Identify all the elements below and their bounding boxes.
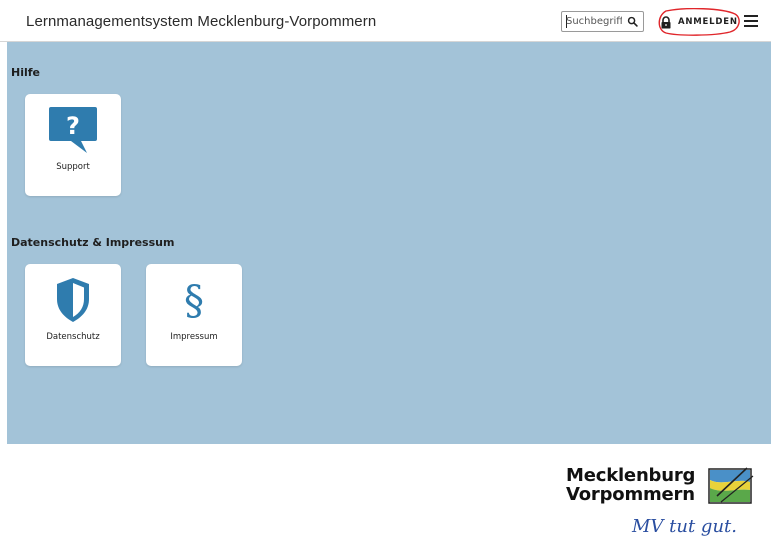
search-input[interactable]: [566, 14, 622, 29]
logo-text-line1: Mecklenburg: [566, 465, 696, 486]
tile-datenschutz[interactable]: Datenschutz: [25, 264, 121, 366]
menu-icon[interactable]: [744, 15, 758, 27]
login-button[interactable]: ANMELDEN: [655, 11, 739, 33]
logo-text-line2: Vorpommern: [566, 484, 695, 505]
login-label: ANMELDEN: [678, 17, 738, 27]
tile-support[interactable]: ? Support: [25, 94, 121, 196]
logo-slogan: MV tut gut.: [632, 516, 738, 537]
mv-logo: Mecklenburg Vorpommern MV tut gut.: [566, 461, 766, 541]
tile-label: Datenschutz: [46, 332, 100, 342]
mv-flag-icon: [708, 467, 754, 504]
menu-bar: [744, 25, 758, 27]
section-title-datenschutz: Datenschutz & Impressum: [11, 236, 175, 249]
svg-text:§: §: [184, 278, 204, 322]
menu-bar: [744, 15, 758, 17]
top-header: Lernmanagementsystem Mecklenburg-Vorpomm…: [0, 0, 771, 42]
section-title-hilfe: Hilfe: [11, 66, 40, 79]
svg-text:?: ?: [66, 112, 80, 140]
shield-icon: [57, 278, 89, 322]
tile-label: Support: [56, 162, 90, 172]
menu-bar: [744, 20, 758, 22]
main-content: Hilfe ? Support Datenschutz & Impressum …: [7, 42, 771, 444]
search-icon[interactable]: [627, 16, 638, 27]
page-title: Lernmanagementsystem Mecklenburg-Vorpomm…: [26, 13, 377, 30]
tile-label: Impressum: [170, 332, 218, 342]
tile-impressum[interactable]: § Impressum: [146, 264, 242, 366]
paragraph-icon: §: [184, 278, 204, 322]
question-bubble-icon: ?: [49, 107, 97, 153]
lock-icon: [661, 15, 671, 28]
search-box: [561, 11, 644, 32]
